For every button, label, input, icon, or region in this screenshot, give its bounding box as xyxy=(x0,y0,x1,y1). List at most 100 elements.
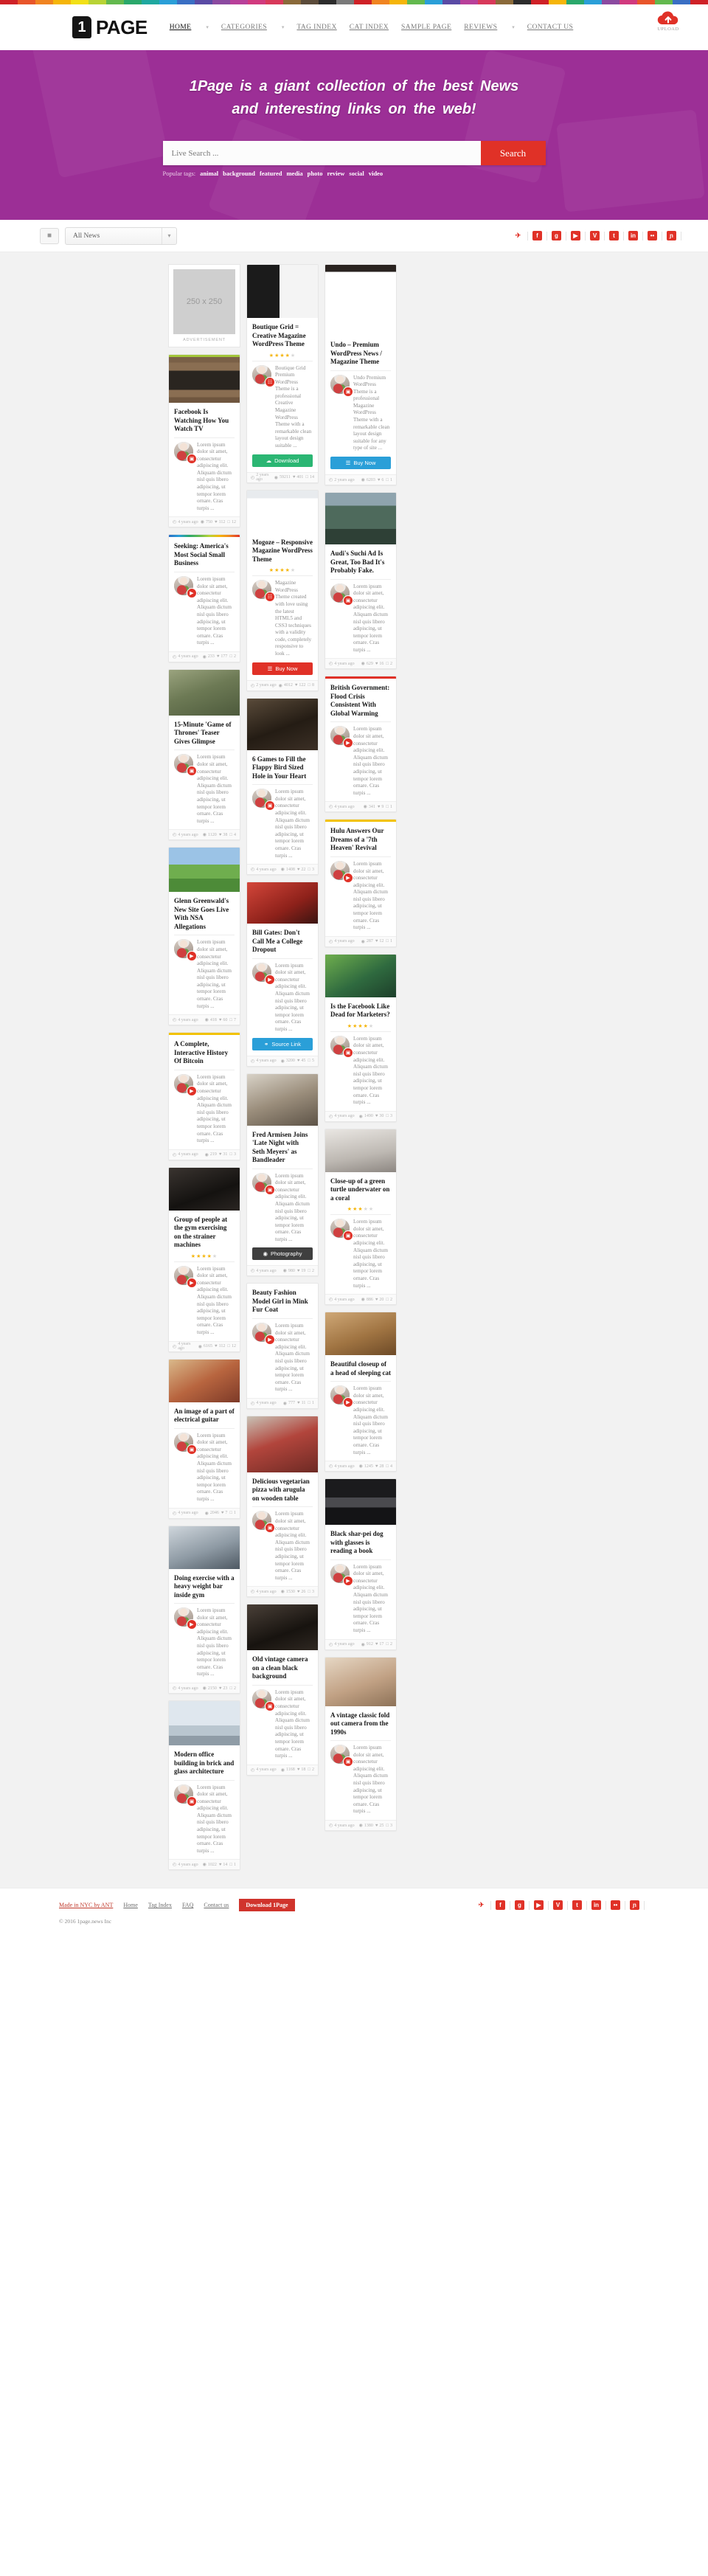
card-thumbnail[interactable] xyxy=(325,1479,396,1526)
card-thumbnail[interactable] xyxy=(247,1604,318,1651)
image-icon[interactable]: ▣ xyxy=(187,766,197,777)
card-cta-button[interactable]: ☁ Download xyxy=(252,454,313,467)
card-thumbnail[interactable] xyxy=(169,357,240,403)
card-cta-button[interactable]: ☰ Buy Now xyxy=(330,457,391,470)
card-title[interactable]: Undo – Premium WordPress News / Magazine… xyxy=(325,336,396,370)
rss-icon[interactable]: ɲ xyxy=(667,231,676,240)
play-icon[interactable]: ▶ xyxy=(343,1575,353,1586)
card-thumbnail[interactable] xyxy=(325,954,396,997)
card-thumbnail[interactable] xyxy=(169,1701,240,1745)
news-card[interactable]: Seeking: America's Most Social Small Bus… xyxy=(168,534,240,662)
news-card[interactable]: Mogoze – Responsive Magazine WordPress T… xyxy=(246,489,319,691)
site-logo[interactable]: 1 PAGE xyxy=(72,16,148,39)
upload-button[interactable]: UPLOAD xyxy=(648,10,689,32)
news-card[interactable]: Undo – Premium WordPress News / Magazine… xyxy=(324,264,397,486)
news-card[interactable]: British Government: Flood Crisis Consist… xyxy=(324,676,397,813)
play-icon[interactable]: ▶ xyxy=(265,974,275,985)
card-cta-button[interactable]: ⚭ Source Link xyxy=(252,1037,313,1050)
news-card[interactable]: Beautiful closeup of a head of sleeping … xyxy=(324,1312,397,1472)
card-title[interactable]: A Complete, Interactive History Of Bitco… xyxy=(169,1035,240,1070)
popular-tag-featured[interactable]: featured xyxy=(260,170,282,177)
news-card[interactable]: Group of people at the gym exercising on… xyxy=(168,1166,240,1352)
avatar[interactable]: ▶ xyxy=(174,1073,197,1096)
popular-tag-review[interactable]: review xyxy=(327,170,344,177)
card-thumbnail[interactable] xyxy=(325,1312,396,1356)
avatar[interactable]: ▣ xyxy=(330,1035,353,1058)
flickr-icon[interactable]: •• xyxy=(648,231,657,240)
popular-tag-video[interactable]: video xyxy=(369,170,383,177)
grid-icon[interactable]: ☷ xyxy=(265,376,275,387)
card-title[interactable]: Bill Gates: Don't Call Me a College Drop… xyxy=(247,924,318,958)
image-icon[interactable]: ▣ xyxy=(265,1523,275,1534)
youtube-icon[interactable]: ▶ xyxy=(534,1900,544,1911)
avatar[interactable]: ▣ xyxy=(252,1172,275,1195)
play-icon[interactable]: ▶ xyxy=(343,872,353,883)
play-icon[interactable]: ▶ xyxy=(187,1085,197,1096)
play-icon[interactable]: ▶ xyxy=(187,587,197,598)
search-button[interactable]: Search xyxy=(480,141,546,165)
card-cta-button[interactable]: ☰ Buy Now xyxy=(252,662,313,675)
card-title[interactable]: Beautiful closeup of a head of sleeping … xyxy=(325,1355,396,1381)
home-icon[interactable]: ■ xyxy=(40,227,59,244)
google-plus-icon[interactable]: g xyxy=(515,1900,524,1911)
card-title[interactable]: Fred Armisen Joins 'Late Night with Seth… xyxy=(247,1126,318,1168)
news-card[interactable]: A vintage classic fold out camera from t… xyxy=(324,1656,397,1832)
nav-item-contact-us[interactable]: CONTACT US xyxy=(527,24,573,31)
card-title[interactable]: Delicious vegetarian pizza with arugula … xyxy=(247,1472,318,1507)
avatar[interactable]: ▣ xyxy=(174,1784,197,1807)
card-title[interactable]: An image of a part of electrical guitar xyxy=(169,1402,240,1428)
avatar[interactable]: ▶ xyxy=(252,962,275,985)
popular-tag-media[interactable]: media xyxy=(286,170,302,177)
image-icon[interactable]: ▣ xyxy=(265,1700,275,1711)
image-icon[interactable]: ▣ xyxy=(343,1047,353,1058)
card-thumbnail[interactable] xyxy=(247,1416,318,1472)
flickr-icon[interactable]: •• xyxy=(611,1900,620,1911)
card-thumbnail[interactable] xyxy=(169,1167,240,1211)
avatar[interactable]: ▣ xyxy=(252,1511,275,1534)
news-card[interactable]: Audi's Suchi Ad Is Great, Too Bad It's P… xyxy=(324,492,397,670)
youtube-icon[interactable]: ▶ xyxy=(571,231,580,240)
avatar[interactable]: ▣ xyxy=(174,1432,197,1455)
nav-item-reviews[interactable]: REVIEWS xyxy=(464,24,497,31)
news-card[interactable]: An image of a part of electrical guitar ▣… xyxy=(168,1358,240,1519)
avatar[interactable]: ▣ xyxy=(174,754,197,777)
card-thumbnail[interactable] xyxy=(247,882,318,924)
advertisement[interactable]: 250 x 250 ADVERTISEMENT xyxy=(168,264,240,347)
nav-item-categories[interactable]: CATEGORIES xyxy=(221,24,267,31)
card-title[interactable]: 6 Games to Fill the Flappy Bird Sized Ho… xyxy=(247,750,318,785)
card-thumbnail[interactable] xyxy=(169,1359,240,1402)
news-card[interactable]: Doing exercise with a heavy weight bar i… xyxy=(168,1525,240,1694)
card-title[interactable]: Hulu Answers Our Dreams of a '7th Heaven… xyxy=(325,822,396,856)
nav-item-tag-index[interactable]: TAG INDEX xyxy=(296,24,336,31)
card-cta-button[interactable]: ◉ Photography xyxy=(252,1247,313,1261)
google-plus-icon[interactable]: g xyxy=(552,231,561,240)
footer-link-home[interactable]: Home xyxy=(123,1902,138,1908)
avatar[interactable]: ☷ xyxy=(252,580,275,603)
card-title[interactable]: 15-Minute 'Game of Thrones' Teaser Gives… xyxy=(169,716,240,750)
avatar[interactable]: ▣ xyxy=(252,1689,275,1711)
card-title[interactable]: Facebook Is Watching How You Watch TV xyxy=(169,403,240,437)
card-thumbnail[interactable] xyxy=(325,493,396,545)
card-thumbnail[interactable] xyxy=(325,1129,396,1172)
footer-made-by[interactable]: Made in NYC by ANT xyxy=(59,1902,113,1908)
search-input[interactable] xyxy=(162,141,481,165)
card-title[interactable]: Close-up of a green turtle underwater on… xyxy=(325,1172,396,1207)
twitter-icon[interactable]: ✈ xyxy=(476,1900,486,1910)
card-thumbnail[interactable] xyxy=(169,1526,240,1569)
grid-icon[interactable]: ☷ xyxy=(265,592,275,603)
news-card[interactable]: Delicious vegetarian pizza with arugula … xyxy=(246,1415,319,1598)
avatar[interactable]: ▶ xyxy=(174,1607,197,1630)
card-title[interactable]: Doing exercise with a heavy weight bar i… xyxy=(169,1569,240,1604)
news-card[interactable]: Close-up of a green turtle underwater on… xyxy=(324,1128,397,1306)
footer-link-tag-index[interactable]: Tag Index xyxy=(148,1902,172,1908)
card-title[interactable]: Mogoze – Responsive Magazine WordPress T… xyxy=(247,533,318,568)
news-card[interactable]: Bill Gates: Don't Call Me a College Drop… xyxy=(246,882,319,1067)
card-title[interactable]: Old vintage camera on a clean black back… xyxy=(247,1650,318,1685)
card-title[interactable]: A vintage classic fold out camera from t… xyxy=(325,1706,396,1741)
vimeo-icon[interactable]: V xyxy=(553,1900,563,1911)
facebook-icon[interactable]: f xyxy=(532,231,542,240)
news-card[interactable]: Old vintage camera on a clean black back… xyxy=(246,1604,319,1776)
image-icon[interactable]: ▣ xyxy=(343,595,353,606)
nav-item-cat-index[interactable]: CAT INDEX xyxy=(350,24,389,31)
card-title[interactable]: Beauty Fashion Model Girl in Mink Fur Co… xyxy=(247,1284,318,1318)
